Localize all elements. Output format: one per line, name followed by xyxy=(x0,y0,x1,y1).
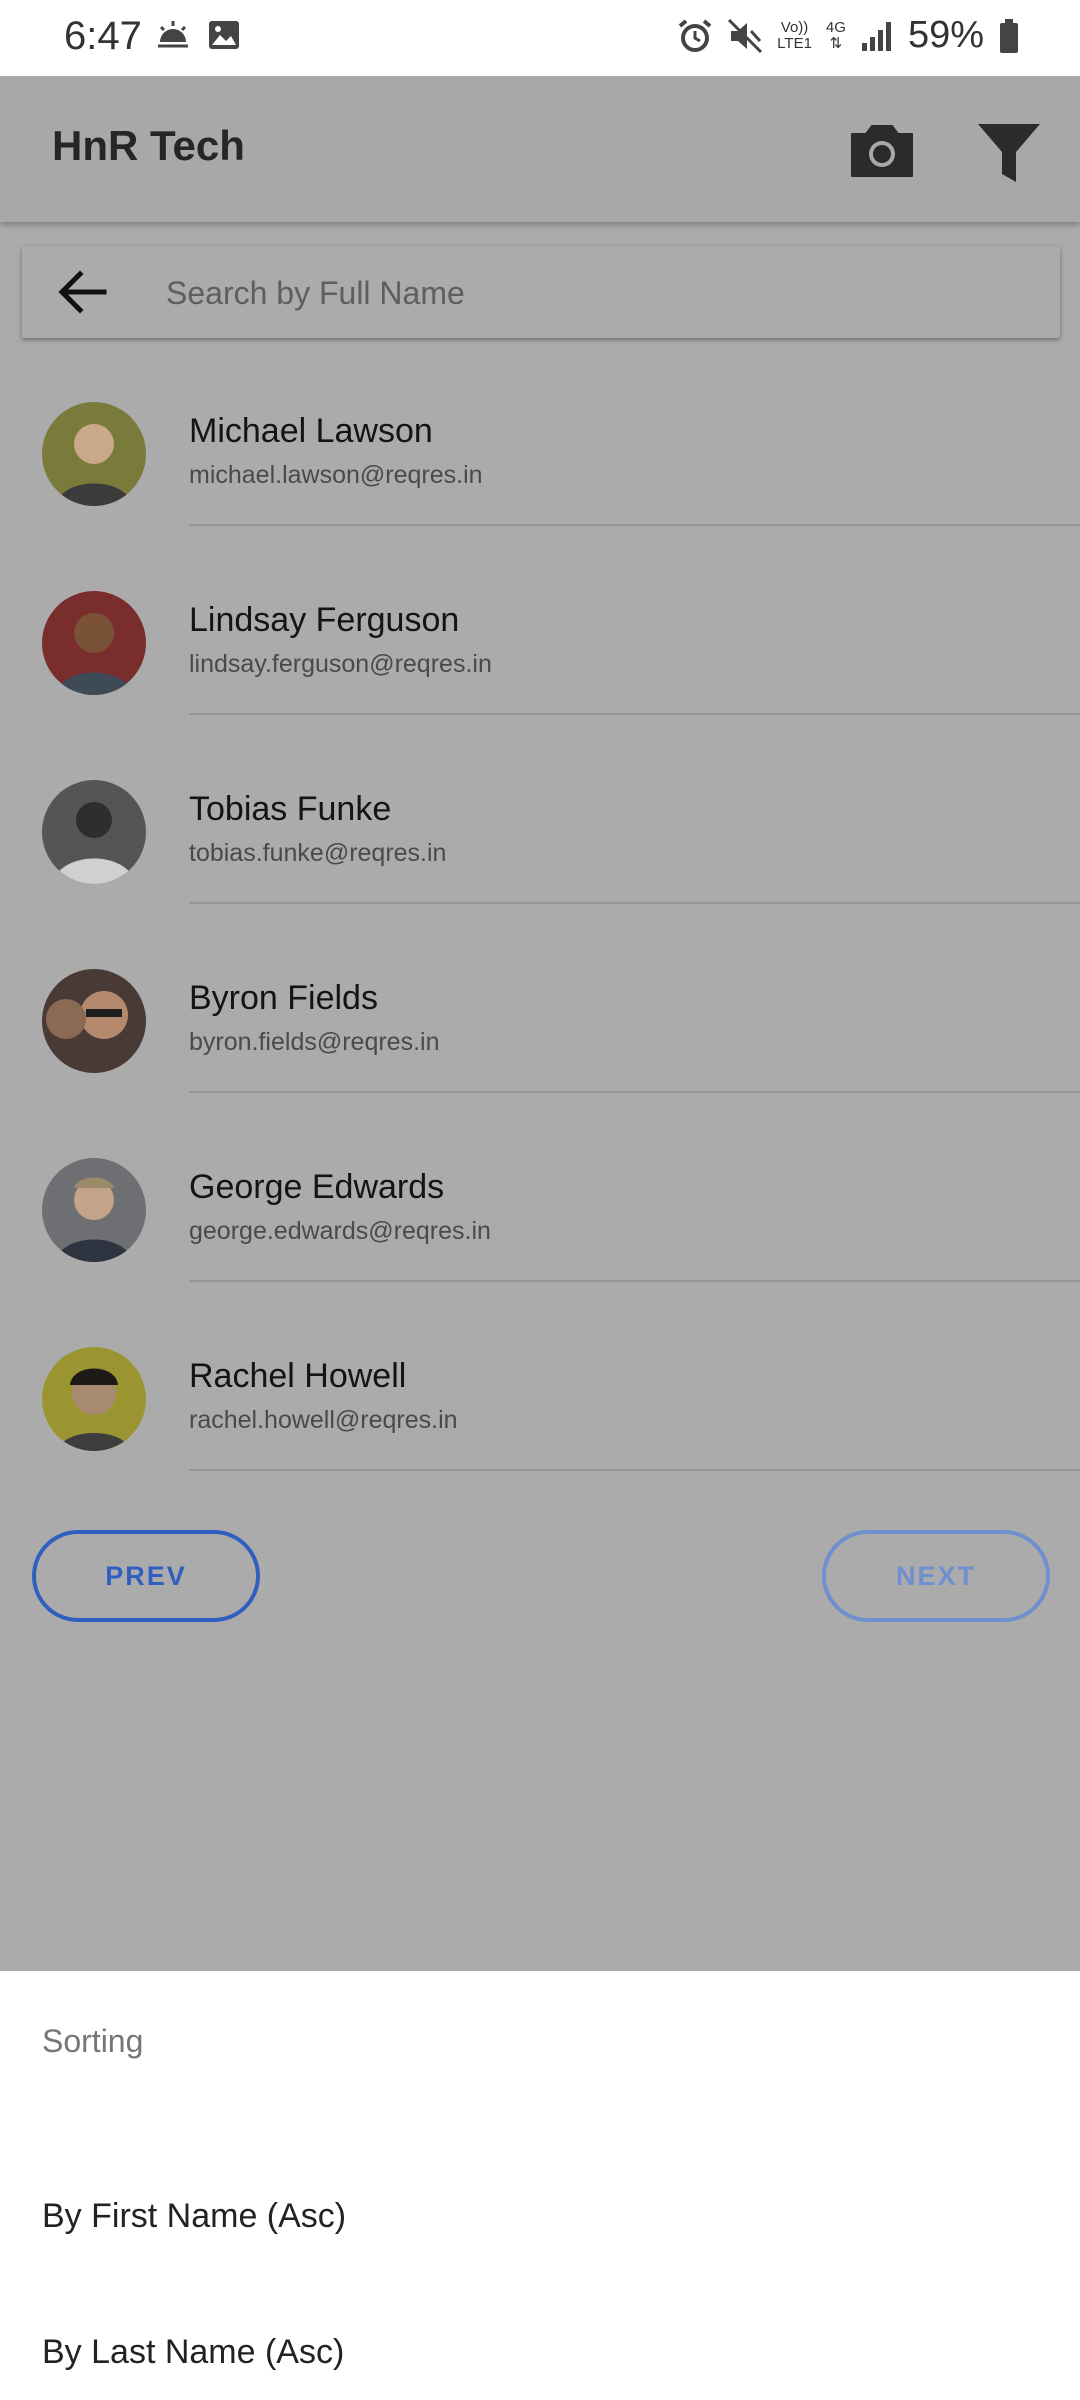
avatar xyxy=(42,780,146,884)
list-item[interactable]: Byron Fields byron.fields@reqres.in xyxy=(0,955,1080,1144)
divider xyxy=(189,1280,1080,1282)
user-name: George Edwards xyxy=(189,1168,445,1206)
app-bar: HnR Tech xyxy=(0,76,1080,222)
prev-button[interactable]: PREV xyxy=(32,1530,260,1622)
user-email: lindsay.ferguson@reqres.in xyxy=(189,650,492,678)
status-right: Vo)) LTE1 4G ⇅ 59% xyxy=(677,14,1020,57)
image-icon xyxy=(209,21,239,49)
avatar xyxy=(42,1158,146,1262)
user-name: Rachel Howell xyxy=(189,1357,407,1395)
sort-bottom-sheet: Sorting By First Name (Asc) By Last Name… xyxy=(0,1971,1080,2400)
divider xyxy=(189,1091,1080,1093)
network-type: 4G xyxy=(825,18,846,36)
data-arrows-icon: ⇅ xyxy=(829,34,843,52)
user-name: Lindsay Ferguson xyxy=(189,601,460,639)
battery-icon xyxy=(1000,18,1018,53)
user-email: tobias.funke@reqres.in xyxy=(189,839,447,867)
user-email: byron.fields@reqres.in xyxy=(189,1028,440,1056)
divider xyxy=(189,1469,1080,1471)
user-email: george.edwards@reqres.in xyxy=(189,1217,491,1245)
avatar xyxy=(42,969,146,1073)
weather-icon xyxy=(158,21,188,48)
user-name: Tobias Funke xyxy=(189,790,392,828)
app-title: HnR Tech xyxy=(52,122,245,169)
list-item[interactable]: Michael Lawson michael.lawson@reqres.in xyxy=(0,388,1080,577)
user-list: Michael Lawson michael.lawson@reqres.in … xyxy=(0,388,1080,1522)
avatar xyxy=(42,591,146,695)
sheet-title: Sorting xyxy=(42,2023,144,2059)
divider xyxy=(189,524,1080,526)
list-item[interactable]: Lindsay Ferguson lindsay.ferguson@reqres… xyxy=(0,577,1080,766)
volte-line-1: Vo)) xyxy=(780,18,809,36)
divider xyxy=(189,713,1080,715)
search-bar xyxy=(22,246,1060,338)
avatar xyxy=(42,402,146,506)
status-bar: 6:47 Vo)) LTE1 4G ⇅ 59% xyxy=(0,0,1080,76)
network-indicator: 4G ⇅ xyxy=(825,18,846,52)
user-email: michael.lawson@reqres.in xyxy=(189,461,483,489)
divider xyxy=(189,902,1080,904)
volte-line-2: LTE1 xyxy=(777,34,812,52)
list-item[interactable]: George Edwards george.edwards@reqres.in xyxy=(0,1144,1080,1333)
avatar xyxy=(42,1347,146,1451)
alarm-icon xyxy=(678,18,712,52)
signal-icon xyxy=(861,21,891,51)
status-left-icons xyxy=(156,20,240,50)
user-email: rachel.howell@reqres.in xyxy=(189,1406,458,1434)
sort-option-first-name[interactable]: By First Name (Asc) xyxy=(42,2197,346,2236)
filter-icon[interactable] xyxy=(976,120,1042,186)
next-button[interactable]: NEXT xyxy=(822,1530,1050,1622)
volte-indicator: Vo)) LTE1 xyxy=(777,18,812,52)
user-name: Michael Lawson xyxy=(189,412,433,450)
sort-option-last-name[interactable]: By Last Name (Asc) xyxy=(42,2333,344,2372)
back-arrow-icon[interactable] xyxy=(56,268,108,316)
search-input[interactable] xyxy=(164,264,1028,322)
list-item[interactable]: Tobias Funke tobias.funke@reqres.in xyxy=(0,766,1080,955)
camera-icon[interactable] xyxy=(848,120,916,180)
battery-percent: 59% xyxy=(907,14,984,56)
status-time: 6:47 xyxy=(64,14,142,58)
list-item[interactable]: Rachel Howell rachel.howell@reqres.in xyxy=(0,1333,1080,1522)
mute-icon xyxy=(728,18,763,53)
user-name: Byron Fields xyxy=(189,979,378,1017)
